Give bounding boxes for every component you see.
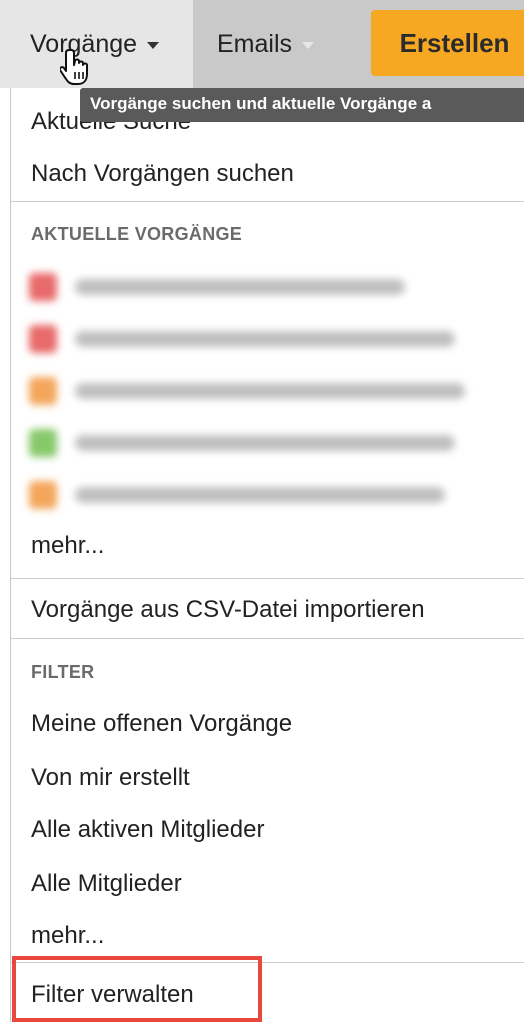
nav-vorgaenge-menu[interactable]: Vorgänge bbox=[0, 0, 193, 88]
divider bbox=[11, 201, 524, 202]
recent-more-link[interactable]: mehr... bbox=[31, 532, 104, 560]
issue-status-icon bbox=[29, 273, 57, 301]
menu-item-search-issues[interactable]: Nach Vorgängen suchen bbox=[31, 160, 294, 188]
recent-issue-item[interactable] bbox=[29, 374, 499, 408]
issue-status-icon bbox=[29, 377, 57, 405]
issue-status-icon bbox=[29, 429, 57, 457]
filter-heading: FILTER bbox=[31, 662, 95, 682]
menu-item-import-csv[interactable]: Vorgänge aus CSV-Datei importieren bbox=[31, 596, 425, 624]
recent-issues-heading: AKTUELLE VORGÄNGE bbox=[31, 224, 243, 244]
filter-item[interactable]: Alle aktiven Mitglieder bbox=[31, 816, 264, 844]
highlight-box bbox=[12, 956, 262, 1022]
issue-status-icon bbox=[29, 481, 57, 509]
recent-issue-item[interactable] bbox=[29, 426, 499, 460]
vorgaenge-dropdown: Aktuelle Suche Nach Vorgängen suchen AKT… bbox=[10, 88, 524, 1022]
chevron-down-icon bbox=[147, 41, 160, 49]
chevron-down-icon bbox=[302, 41, 315, 49]
filter-item[interactable]: Meine offenen Vorgänge bbox=[31, 710, 292, 738]
filter-more-link[interactable]: mehr... bbox=[31, 922, 104, 950]
filter-item[interactable]: Von mir erstellt bbox=[31, 764, 190, 792]
create-button[interactable]: Erstellen bbox=[371, 10, 524, 76]
filter-item[interactable]: Alle Mitglieder bbox=[31, 870, 182, 898]
divider bbox=[11, 638, 524, 639]
issue-status-icon bbox=[29, 325, 57, 353]
tooltip: Vorgänge suchen und aktuelle Vorgänge a bbox=[80, 88, 524, 122]
recent-issue-item[interactable] bbox=[29, 270, 499, 304]
divider bbox=[11, 578, 524, 579]
nav-emails-label: Emails bbox=[217, 29, 293, 58]
hand-cursor-icon bbox=[60, 49, 88, 85]
nav-emails-menu[interactable]: Emails bbox=[193, 0, 363, 88]
recent-issue-item[interactable] bbox=[29, 478, 499, 512]
recent-issue-item[interactable] bbox=[29, 322, 499, 356]
